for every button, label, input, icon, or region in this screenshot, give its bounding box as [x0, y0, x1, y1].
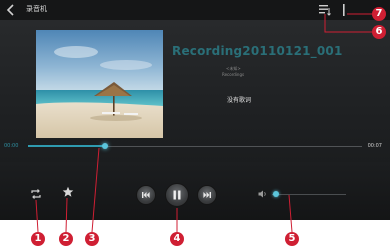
album-art	[36, 30, 163, 138]
track-title: Recording20110121_001	[172, 44, 343, 58]
callout-1: 1	[31, 232, 45, 246]
playlist-icon[interactable]	[318, 4, 332, 16]
callout-7: 7	[372, 7, 386, 21]
track-album: Recordings	[222, 72, 245, 77]
progress-fill	[28, 145, 105, 147]
control-bar	[0, 162, 390, 220]
page-title: 录音机	[26, 5, 47, 13]
previous-icon	[142, 192, 150, 198]
next-icon	[203, 192, 211, 198]
more-vert-icon[interactable]	[340, 3, 348, 17]
repeat-icon[interactable]	[30, 188, 42, 200]
music-player-screen: 录音机 Recording20110121_001 <未知> Recording…	[0, 0, 390, 220]
previous-button[interactable]	[136, 185, 156, 205]
progress-bar[interactable]: 00:00 00:07	[0, 140, 390, 154]
callout-5: 5	[285, 232, 299, 246]
callout-4: 4	[170, 232, 184, 246]
top-bar: 录音机	[0, 0, 390, 20]
star-icon[interactable]	[62, 186, 74, 198]
callout-3: 3	[85, 232, 99, 246]
volume-thumb[interactable]	[272, 191, 279, 197]
lyrics-status: 没有歌词	[227, 97, 252, 104]
callout-6: 6	[372, 25, 386, 39]
progress-thumb[interactable]	[101, 143, 108, 149]
speaker-icon	[258, 190, 266, 198]
back-arrow-icon[interactable]	[6, 4, 16, 16]
next-button[interactable]	[197, 185, 217, 205]
total-time: 00:07	[367, 143, 382, 149]
volume-slider[interactable]	[272, 194, 346, 195]
pause-icon	[173, 190, 181, 200]
current-time: 00:00	[4, 143, 19, 149]
play-pause-button[interactable]	[165, 183, 189, 207]
callout-2: 2	[59, 232, 73, 246]
